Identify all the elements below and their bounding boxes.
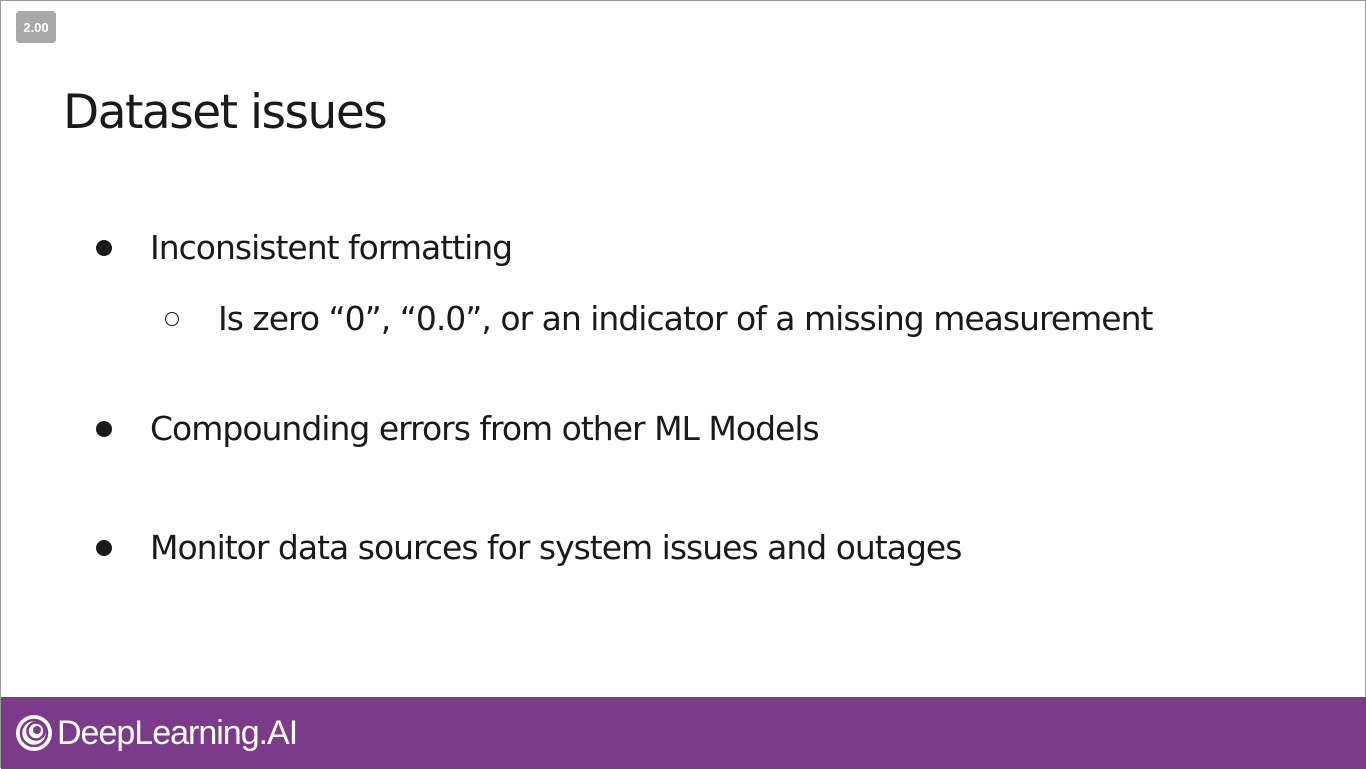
- slide-title: Dataset issues: [63, 85, 388, 140]
- playback-speed-button[interactable]: 2.00: [16, 11, 56, 43]
- sub-bullet-item-zero-indicator: Is zero “0”, “0.0”, or an indicator of a…: [165, 297, 1153, 341]
- bullet-dot-icon: [96, 240, 112, 256]
- brand-name: DeepLearning.AI: [57, 713, 298, 752]
- bullet-dot-icon: [96, 540, 112, 556]
- slide: 2.00 Dataset issues Inconsistent formatt…: [0, 0, 1366, 769]
- bullet-item-monitor-data-sources: Monitor data sources for system issues a…: [96, 526, 962, 570]
- hollow-circle-bullet-icon: [165, 312, 179, 326]
- brand-footer-bar: DeepLearning.AI: [1, 697, 1366, 769]
- bullet-text: Compounding errors from other ML Models: [150, 409, 820, 448]
- bullet-item-inconsistent-formatting: Inconsistent formatting: [96, 226, 513, 270]
- bullet-text: Monitor data sources for system issues a…: [150, 528, 962, 567]
- bullet-item-compounding-errors: Compounding errors from other ML Models: [96, 407, 820, 451]
- bullet-dot-icon: [96, 421, 112, 437]
- sub-bullet-text: Is zero “0”, “0.0”, or an indicator of a…: [218, 299, 1153, 338]
- bullet-text: Inconsistent formatting: [150, 228, 513, 267]
- deeplearning-logo-icon: [15, 714, 53, 752]
